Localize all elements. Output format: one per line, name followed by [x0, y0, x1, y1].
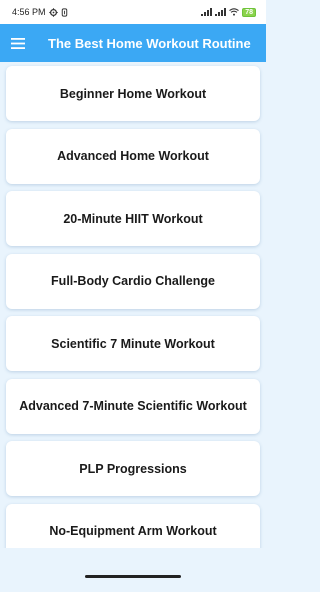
workout-card-hiit[interactable]: 20-Minute HIIT Workout	[6, 191, 260, 246]
home-gesture-pill[interactable]	[85, 574, 181, 578]
hamburger-menu-icon	[11, 37, 25, 49]
workout-card-scientific-7[interactable]: Scientific 7 Minute Workout	[6, 316, 260, 371]
workout-card-beginner[interactable]: Beginner Home Workout	[6, 66, 260, 121]
app-bar: The Best Home Workout Routine	[0, 24, 266, 62]
workout-list: Beginner Home Workout Advanced Home Work…	[0, 62, 266, 548]
workout-card-arm[interactable]: No-Equipment Arm Workout	[6, 503, 260, 548]
menu-button[interactable]	[0, 24, 36, 62]
data-saver-icon	[61, 7, 67, 17]
status-bar: 4:56 PM 78	[0, 0, 266, 24]
gear-icon	[48, 7, 58, 17]
navigation-bar	[0, 560, 266, 592]
signal-icon-2	[215, 8, 227, 16]
battery-icon: 78	[242, 7, 256, 17]
workout-card-cardio[interactable]: Full-Body Cardio Challenge	[6, 253, 260, 309]
workout-card-advanced-7[interactable]: Advanced 7-Minute Scientific Workout	[6, 378, 260, 434]
signal-icon	[201, 8, 213, 16]
page-title: The Best Home Workout Routine	[48, 35, 251, 51]
wifi-icon	[229, 8, 240, 16]
workout-card-advanced[interactable]: Advanced Home Workout	[6, 128, 260, 184]
status-left: 4:56 PM	[12, 7, 68, 17]
status-right: 78	[201, 7, 256, 17]
status-time: 4:56 PM	[12, 7, 46, 17]
workout-card-plp[interactable]: PLP Progressions	[6, 441, 260, 496]
